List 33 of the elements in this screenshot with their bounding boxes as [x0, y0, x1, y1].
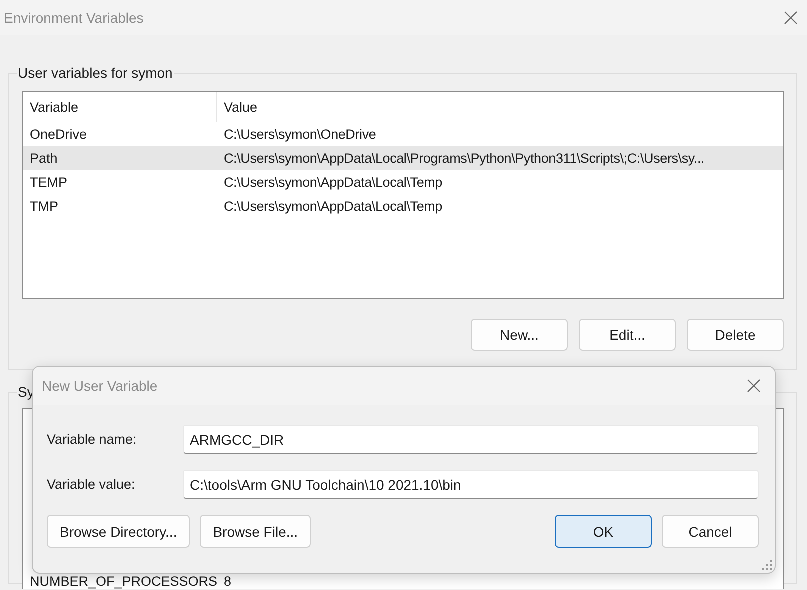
close-icon[interactable]: [784, 10, 798, 24]
value-cell-text: C:\Users\symon\AppData\Local\Temp: [223, 174, 442, 190]
action-button[interactable]: Delete: [687, 319, 784, 351]
list-row[interactable]: TMP C:\Users\symon\AppData\Local\Temp: [23, 194, 783, 218]
input-field[interactable]: C:\tools\Arm GNU Toolchain\10 2021.10\bin: [183, 470, 759, 499]
group-label: User variables for symon: [17, 65, 174, 81]
variable-cell-text: TEMP: [29, 174, 69, 190]
column-header[interactable]: Value: [217, 92, 783, 122]
variable-cell-text: Path: [29, 150, 59, 166]
action-button[interactable]: Edit...: [579, 319, 676, 351]
action-button[interactable]: New...: [471, 319, 568, 351]
value-cell-text: C:\Users\symon\AppData\Local\Temp: [223, 198, 442, 214]
value-cell-text: 8: [223, 574, 232, 589]
list-row[interactable]: OneDrive C:\Users\symon\OneDrive: [23, 122, 783, 146]
variable-cell-text: NUMBER_OF_PROCESSORS: [29, 574, 217, 589]
window-title: Environment Variables: [4, 10, 144, 26]
dialog-title: New User Variable: [42, 378, 158, 394]
close-icon[interactable]: [747, 379, 761, 393]
variable-cell-text: TMP: [29, 198, 60, 214]
resize-grip-icon[interactable]: [762, 560, 772, 570]
browse-button[interactable]: Browse File...: [200, 515, 312, 548]
variable-cell-text: OneDrive: [29, 126, 88, 142]
value-cell-text: C:\Users\symon\OneDrive: [223, 126, 376, 142]
browse-button[interactable]: Browse Directory...: [47, 515, 190, 548]
column-header[interactable]: Variable: [23, 92, 217, 122]
value-cell-text: C:\Users\symon\AppData\Local\Programs\Python\Python311\Scripts\;C:\Users\sy...: [223, 150, 705, 166]
list-row[interactable]: Path C:\Users\symon\AppData\Local\Programs\Python\Python311\Scripts\;C:\Users\sy...: [23, 146, 783, 170]
field-label: Variable name:: [47, 432, 138, 447]
field-label: Variable value:: [47, 477, 136, 492]
dialog-button[interactable]: Cancel: [662, 515, 759, 548]
list-row[interactable]: TEMP C:\Users\symon\AppData\Local\Temp: [23, 170, 783, 194]
input-field[interactable]: ARMGCC_DIR: [183, 425, 759, 454]
dialog-button[interactable]: OK: [555, 515, 652, 548]
